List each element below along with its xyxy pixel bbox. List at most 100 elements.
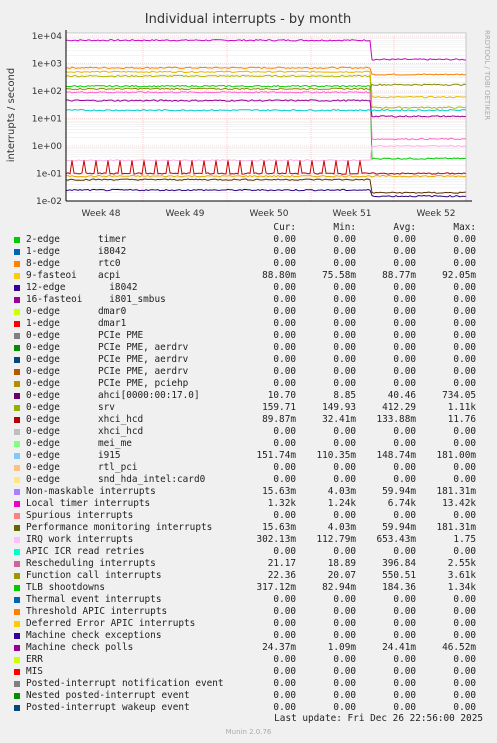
legend-device: PCIe PME, aerdrv [98, 354, 189, 365]
legend-avg: 59.94m [382, 522, 416, 533]
legend-avg: 0.00 [393, 378, 416, 389]
legend-avg: 653.43m [376, 534, 416, 545]
legend-device: PCIe PME [98, 330, 144, 341]
legend-max: 92.05m [442, 270, 476, 281]
legend-swatch [14, 405, 20, 411]
legend-cur: 0.00 [273, 666, 296, 677]
legend-row: 0-edge PCIe PME, aerdrv 0.00 0.00 0.00 0.00 [14, 354, 490, 366]
legend-device: xhci_hcd [98, 426, 144, 437]
legend-cur: 0.00 [273, 546, 296, 557]
legend-min: 0.00 [333, 282, 356, 293]
legend-name: 0-edge [26, 474, 60, 485]
legend-avg: 88.77m [382, 270, 416, 281]
legend-min: 0.00 [333, 546, 356, 557]
legend-cur: 15.63m [262, 486, 296, 497]
legend-min: 0.00 [333, 702, 356, 713]
legend-cur: 0.00 [273, 306, 296, 317]
legend-row: 0-edge dmar0 0.00 0.00 0.00 0.00 [14, 306, 490, 318]
legend-swatch [14, 669, 20, 675]
legend-avg: 0.00 [393, 474, 416, 485]
legend-row: 0-edge ahci[0000:00:17.0] 10.70 8.85 40.46 73… [14, 390, 490, 402]
legend-min: 18.89 [327, 558, 356, 569]
legend-cur: 0.00 [273, 354, 296, 365]
legend-row: 1-edge dmar1 0.00 0.00 0.00 0.00 [14, 318, 490, 330]
legend-cur: 0.00 [273, 606, 296, 617]
y-axis-label: interrupts / second [6, 68, 17, 162]
legend-device: PCIe PME, aerdrv [98, 342, 189, 353]
legend-device: mei_me [98, 438, 132, 449]
legend-name: Spurious interrupts [26, 510, 134, 521]
legend-swatch [14, 693, 20, 699]
legend-max: 0.00 [453, 330, 476, 341]
legend-max: 2.55k [447, 558, 476, 569]
legend-name: Deferred Error APIC interrupts [26, 618, 196, 629]
legend-max: 0.00 [453, 606, 476, 617]
legend-avg: 0.00 [393, 666, 416, 677]
legend-cur: 0.00 [273, 618, 296, 629]
legend-swatch [14, 441, 20, 447]
legend-avg: 0.00 [393, 330, 416, 341]
legend-name: 0-edge [26, 402, 60, 413]
legend-min: 0.00 [333, 654, 356, 665]
legend-min: 20.07 [327, 570, 356, 581]
legend-row: 0-edge rtl_pci 0.00 0.00 0.00 0.00 [14, 462, 490, 474]
legend-cur: 0.00 [273, 330, 296, 341]
legend-max: 181.31m [436, 522, 476, 533]
legend-avg: 0.00 [393, 354, 416, 365]
legend-max: 1.11k [447, 402, 476, 413]
legend-swatch [14, 465, 20, 471]
x-ticks: Week 48 Week 49 Week 50 Week 51 Week 52 [82, 209, 456, 219]
legend-max: 0.00 [453, 258, 476, 269]
x-tick-label: Week 51 [333, 209, 372, 219]
legend-device: rtl_pci [98, 462, 138, 473]
legend-name: 9-fasteoi [26, 270, 77, 281]
legend-avg: 0.00 [393, 690, 416, 701]
legend-max: 13.42k [442, 498, 476, 509]
legend-row: 16-fasteoi i801_smbus 0.00 0.00 0.00 0.00 [14, 294, 490, 306]
legend-swatch [14, 249, 20, 255]
legend-row: 0-edge mei_me 0.00 0.00 0.00 0.00 [14, 438, 490, 450]
y-tick-label: 1e+01 [32, 115, 62, 125]
legend-cur: 89.87m [262, 414, 296, 425]
legend-avg: 412.29 [382, 402, 416, 413]
legend-max: 0.00 [453, 318, 476, 329]
legend-max: 0.00 [453, 630, 476, 641]
legend-name: 0-edge [26, 390, 60, 401]
legend-name: 0-edge [26, 330, 60, 341]
legend-avg: 0.00 [393, 234, 416, 245]
legend-name: 0-edge [26, 414, 60, 425]
legend-cur: 0.00 [273, 690, 296, 701]
legend-name: 0-edge [26, 354, 60, 365]
legend-min: 4.03m [327, 486, 356, 497]
legend-min: 0.00 [333, 306, 356, 317]
legend-name: 0-edge [26, 426, 60, 437]
legend-min: 0.00 [333, 510, 356, 521]
legend-row: Posted-interrupt notification event 0.00 0… [14, 678, 490, 690]
legend-min: 110.35m [316, 450, 356, 461]
legend-swatch [14, 537, 20, 543]
legend-row: TLB shootdowns 317.12m 82.94m 184.36 1.34k [14, 582, 490, 594]
legend-row: 0-edge srv 159.71 149.93 412.29 1.11k [14, 402, 490, 414]
legend-avg: 184.36 [382, 582, 416, 593]
legend-swatch [14, 285, 20, 291]
legend-min: 75.58m [322, 270, 356, 281]
rrdtool-watermark: RRDTOOL / TOBI OETIKER [483, 30, 491, 120]
legend-swatch [14, 393, 20, 399]
legend-row: 0-edge i915 151.74m 110.35m 148.74m 181.00m [14, 450, 490, 462]
legend-device: xhci_hcd [98, 414, 144, 425]
legend-name: Local timer interrupts [26, 498, 151, 509]
legend-max: 46.52m [442, 642, 476, 653]
legend-swatch [14, 609, 20, 615]
legend-swatch [14, 705, 20, 711]
legend-name: Function call interrupts [26, 570, 162, 581]
legend-avg: 550.51 [382, 570, 416, 581]
legend-swatch [14, 369, 20, 375]
legend-device: dmar1 [98, 318, 127, 329]
legend-swatch [14, 489, 20, 495]
legend-max: 0.00 [453, 618, 476, 629]
legend-name: Machine check exceptions [26, 630, 162, 641]
legend-min: 0.00 [333, 606, 356, 617]
legend-avg: 0.00 [393, 438, 416, 449]
legend-row: 2-edge timer 0.00 0.00 0.00 0.00 [14, 234, 490, 246]
legend-cur: 0.00 [273, 678, 296, 689]
